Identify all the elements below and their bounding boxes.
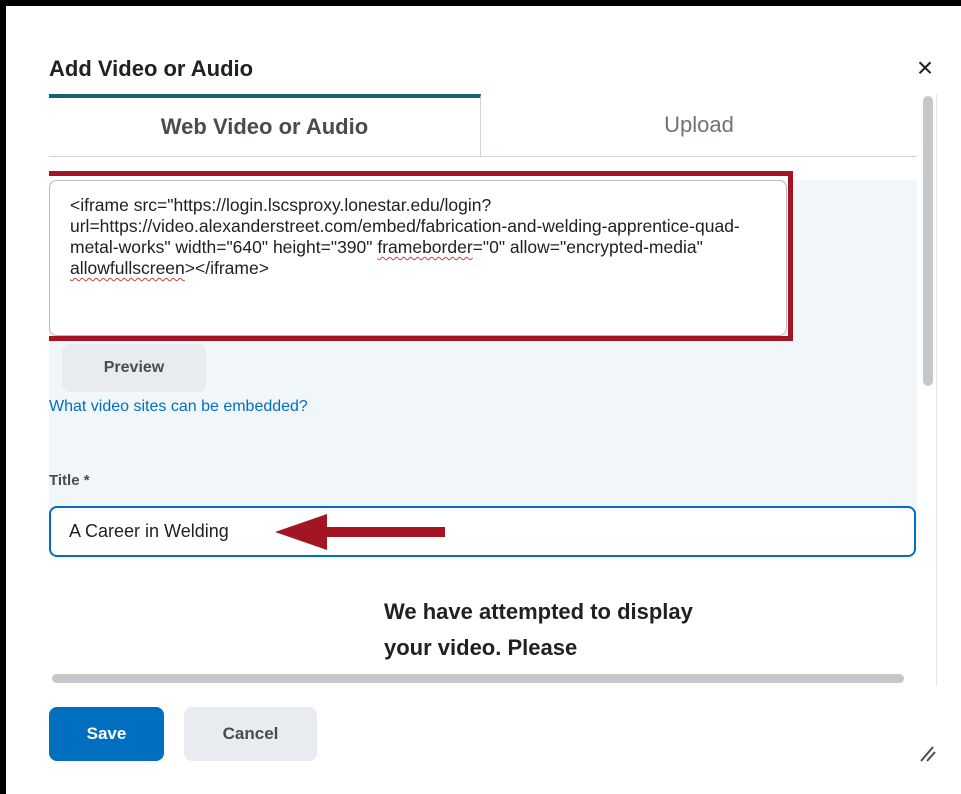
title-input[interactable] (49, 506, 916, 557)
save-button[interactable]: Save (49, 707, 164, 761)
embed-code-textarea[interactable]: <iframe src="https://login.lscsproxy.lon… (49, 180, 787, 336)
tab-strip: Web Video or Audio Upload (49, 94, 917, 157)
horizontal-scrollbar[interactable] (52, 674, 904, 683)
vertical-scrollbar[interactable] (923, 96, 933, 386)
close-icon[interactable]: × (912, 54, 938, 82)
tab-web-video-or-audio[interactable]: Web Video or Audio (49, 94, 481, 156)
screenshot-border-left (0, 0, 6, 794)
video-attempt-message: We have attempted to display your video.… (384, 599, 693, 660)
embed-code-spellcheck-word: allowfullscreen (70, 258, 185, 278)
arrow-left-annotation (275, 514, 445, 550)
embed-code-spellcheck-word: frameborder (377, 237, 473, 257)
cancel-button[interactable]: Cancel (184, 707, 317, 761)
title-field-label: Title * (49, 472, 90, 489)
resize-handle-icon[interactable] (918, 744, 936, 762)
dialog-title: Add Video or Audio (49, 56, 254, 81)
embed-code-text: ="0" allow="encrypted-media" (472, 237, 703, 257)
screenshot-border-top (0, 0, 961, 6)
tab-upload[interactable]: Upload (481, 94, 917, 156)
embeddable-sites-link[interactable]: What video sites can be embedded? (49, 398, 308, 416)
preview-button[interactable]: Preview (62, 344, 206, 392)
dialog-scroll-area[interactable]: Web Video or Audio Upload <iframe src="h… (49, 94, 937, 686)
embed-code-text: ></iframe> (184, 258, 269, 278)
